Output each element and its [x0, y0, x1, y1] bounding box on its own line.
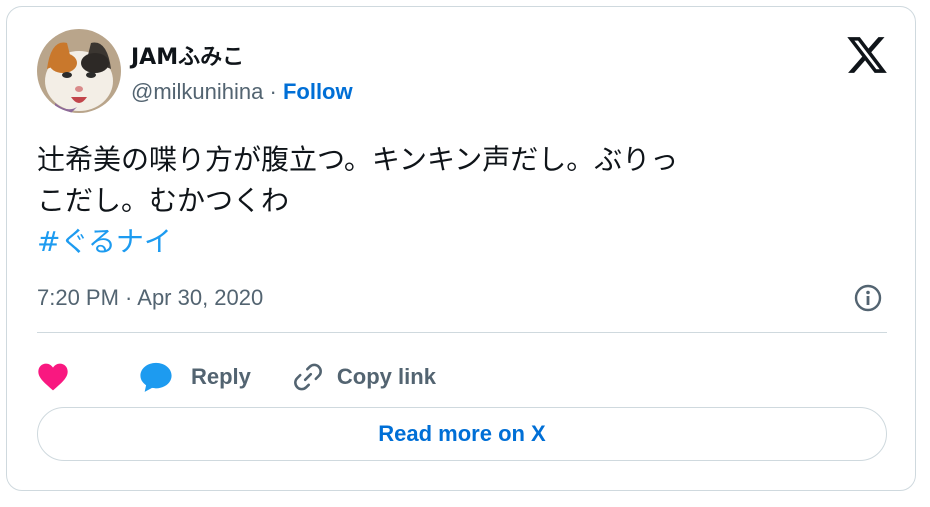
copy-link-button[interactable]: Copy link: [291, 360, 436, 394]
read-more-label: Read more on X: [378, 421, 546, 446]
like-button[interactable]: [37, 362, 69, 392]
tweet-text-line: こだし。むかつくわ: [37, 184, 290, 217]
hashtag-link[interactable]: #ぐるナイ: [37, 221, 857, 262]
x-logo-icon[interactable]: [845, 33, 889, 77]
handle-row: @milkunihina · Follow: [131, 79, 353, 105]
separator-dot: ·: [263, 79, 283, 104]
avatar[interactable]: [37, 29, 121, 113]
copy-link-label: Copy link: [336, 364, 436, 389]
display-name[interactable]: JAMふみこ: [131, 39, 244, 71]
user-handle[interactable]: @milkunihina: [131, 79, 263, 104]
reply-bubble-icon: [139, 361, 173, 393]
reply-label: Reply: [191, 364, 251, 389]
link-icon: [291, 360, 325, 394]
timestamp[interactable]: 7:20 PM · Apr 30, 2020: [37, 285, 263, 311]
follow-button[interactable]: Follow: [283, 79, 353, 104]
reply-button[interactable]: Reply: [139, 361, 251, 393]
heart-icon: [37, 362, 69, 392]
read-more-button[interactable]: Read more on X: [37, 407, 887, 461]
tweet-text-line: 辻希美の喋り方が腹立つ。キンキン声だし。ぶりっ: [37, 143, 679, 176]
tweet-text: 辻希美の喋り方が腹立つ。キンキン声だし。ぶりっ こだし。むかつくわ #ぐるナイ: [37, 139, 857, 262]
tweet-card: JAMふみこ @milkunihina · Follow 辻希美の喋り方が腹立つ…: [6, 6, 916, 491]
action-bar: Reply Copy link: [37, 355, 436, 399]
divider: [37, 332, 887, 333]
info-icon[interactable]: [853, 283, 883, 313]
